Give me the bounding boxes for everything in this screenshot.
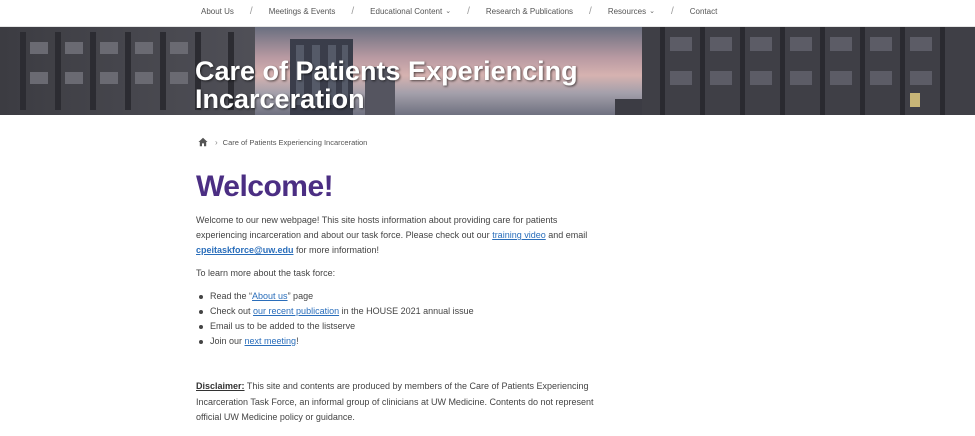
list-item: Check out our recent publication in the … — [198, 304, 598, 319]
hero-banner: Care of Patients Experiencing Incarcerat… — [0, 27, 975, 115]
page-title: Care of Patients Experiencing Incarcerat… — [195, 57, 715, 113]
disclaimer-text: This site and contents are produced by m… — [196, 381, 594, 422]
chevron-down-icon: ⌄ — [445, 8, 452, 15]
intro-paragraph: Welcome to our new webpage! This site ho… — [196, 213, 596, 258]
next-meeting-link[interactable]: next meeting — [245, 336, 297, 346]
welcome-heading: Welcome! — [196, 170, 334, 203]
disclaimer: Disclaimer: This site and contents are p… — [196, 379, 596, 426]
breadcrumb: › Care of Patients Experiencing Incarcer… — [198, 136, 367, 148]
list-item: Read the “About us” page — [198, 289, 598, 304]
nav-link-resources[interactable]: Resources ⌄ — [602, 7, 661, 16]
nav-label: Resources — [607, 6, 647, 16]
breadcrumb-separator: › — [215, 137, 218, 147]
list-item: Join our next meeting! — [198, 334, 598, 349]
nav-list: About Us / Meetings & Events / Education… — [195, 0, 723, 22]
breadcrumb-home-link[interactable] — [198, 137, 208, 147]
nav-link-meetings-events[interactable]: Meetings & Events — [263, 7, 342, 16]
nav-item-about-us: About Us — [195, 1, 240, 21]
nav-link-educational-content[interactable]: Educational Content ⌄ — [364, 7, 457, 16]
main-content: Welcome! — [196, 170, 616, 204]
nav-separator: / — [670, 5, 674, 17]
nav-item-meetings-events: Meetings & Events — [263, 1, 342, 21]
top-navigation: About Us / Meetings & Events / Education… — [0, 0, 975, 27]
nav-link-contact[interactable]: Contact — [684, 7, 724, 16]
page: About Us / Meetings & Events / Education… — [0, 0, 975, 436]
nav-item-resources: Resources ⌄ — [602, 1, 661, 21]
email-link[interactable]: cpeitaskforce@uw.edu — [196, 245, 293, 255]
recent-publication-link[interactable]: our recent publication — [253, 306, 339, 316]
nav-separator: / — [249, 5, 253, 17]
nav-item-educational-content: Educational Content ⌄ — [364, 1, 457, 21]
training-video-link[interactable]: training video — [492, 230, 546, 240]
nav-separator: / — [351, 5, 355, 17]
about-us-link[interactable]: About us — [252, 291, 288, 301]
nav-label: Educational Content — [370, 6, 443, 16]
nav-separator: / — [589, 5, 592, 17]
nav-item-contact: Contact — [684, 1, 724, 21]
nav-link-research-publications[interactable]: Research & Publications — [480, 7, 579, 16]
breadcrumb-current: Care of Patients Experiencing Incarcerat… — [222, 137, 368, 147]
task-force-list: Read the “About us” page Check out our r… — [198, 289, 598, 349]
page-title-line-1: Care of Patients Experiencing — [195, 56, 578, 86]
list-item: Email us to be added to the listserve — [198, 319, 598, 334]
learn-more-text: To learn more about the task force: — [196, 268, 336, 278]
disclaimer-label: Disclaimer: — [196, 381, 245, 391]
page-title-line-2: Incarceration — [195, 84, 365, 114]
nav-link-about-us[interactable]: About Us — [195, 7, 240, 16]
chevron-down-icon: ⌄ — [649, 8, 655, 15]
intro-text: for more information! — [293, 245, 380, 255]
nav-item-research-publications: Research & Publications — [480, 1, 579, 21]
intro-text: and email — [545, 230, 588, 240]
nav-separator: / — [467, 5, 470, 17]
home-icon — [198, 137, 208, 147]
